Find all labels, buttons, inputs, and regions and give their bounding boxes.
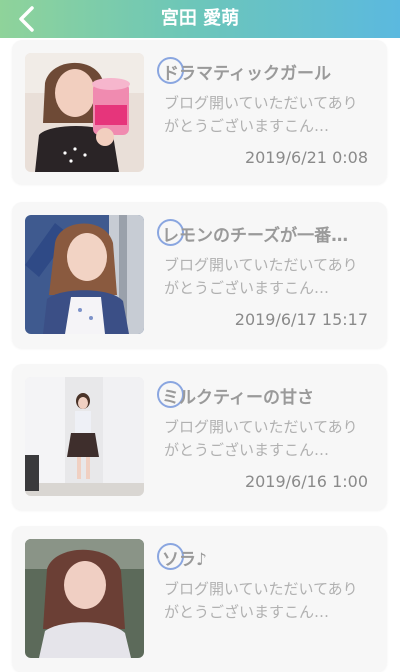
post-title: ドラマティックガール bbox=[162, 64, 331, 84]
post-title: ソラ♪ bbox=[162, 550, 207, 570]
post-thumbnail bbox=[25, 53, 144, 172]
post-title: ミルクティーの甘さ bbox=[162, 388, 314, 408]
post-date: 2019/6/17 15:17 bbox=[234, 310, 368, 329]
post-thumbnail bbox=[25, 215, 144, 334]
post-excerpt: ブログ開いていただいてありがとうございますこん… bbox=[164, 256, 358, 297]
post-title: レモンのチーズが一番… bbox=[162, 226, 349, 246]
app-header: 宮田 愛萌 bbox=[0, 0, 400, 38]
blog-post-card[interactable]: ミルクティーの甘さ ブログ開いていただいてありがとうございますこん… 2019/… bbox=[12, 364, 387, 510]
post-thumbnail bbox=[25, 377, 144, 496]
post-excerpt: ブログ開いていただいてありがとうございますこん… bbox=[164, 580, 358, 621]
post-thumbnail bbox=[25, 539, 144, 658]
post-date: 2019/6/21 0:08 bbox=[244, 148, 368, 167]
post-date: 2019/6/16 1:00 bbox=[244, 472, 368, 491]
post-excerpt: ブログ開いていただいてありがとうございますこん… bbox=[164, 94, 358, 135]
blog-post-card[interactable]: レモンのチーズが一番… ブログ開いていただいてありがとうございますこん… 201… bbox=[12, 202, 387, 348]
blog-post-card[interactable]: ドラマティックガール ブログ開いていただいてありがとうございますこん… 2019… bbox=[12, 40, 387, 184]
post-excerpt: ブログ開いていただいてありがとうございますこん… bbox=[164, 418, 358, 459]
blog-post-card[interactable]: ソラ♪ ブログ開いていただいてありがとうございますこん… bbox=[12, 526, 387, 672]
page-title: 宮田 愛萌 bbox=[160, 8, 240, 29]
